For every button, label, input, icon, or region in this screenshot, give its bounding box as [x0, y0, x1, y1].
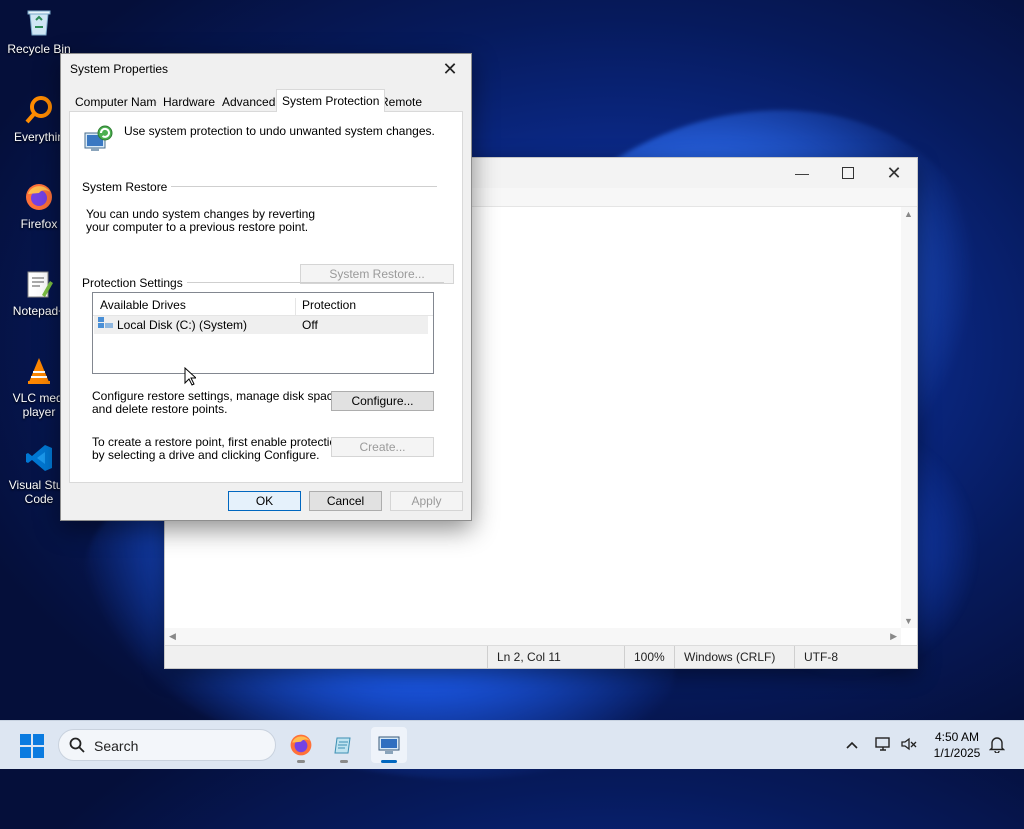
scroll-down-icon[interactable]: ▼ — [904, 616, 913, 626]
search-placeholder: Search — [94, 738, 139, 754]
minimize-icon: — — [795, 165, 809, 181]
system-restore-group-label: System Restore — [82, 180, 172, 194]
close-button[interactable]: ✕ — [871, 158, 917, 188]
chevron-up-icon — [846, 738, 858, 752]
close-icon: ✕ — [442, 58, 458, 79]
taskbar-app-firefox[interactable] — [283, 727, 319, 763]
drives-list-header: Available Drives Protection — [93, 293, 433, 320]
ok-button[interactable]: OK — [228, 491, 301, 511]
configure-button[interactable]: Configure... — [331, 391, 434, 411]
notepad-plus-icon — [23, 268, 55, 300]
vscode-icon — [23, 442, 55, 474]
scroll-left-icon[interactable]: ◀ — [169, 631, 176, 642]
vlc-icon — [23, 355, 55, 387]
notepad-status-bar: Ln 2, Col 11 100% Windows (CRLF) UTF-8 — [165, 645, 917, 668]
create-text: To create a restore point, first enable … — [92, 435, 343, 462]
create-button[interactable]: Create... — [331, 437, 434, 457]
system-restore-text: You can undo system changes by reverting… — [86, 207, 316, 234]
status-encoding: UTF-8 — [804, 650, 838, 664]
drive-icon — [98, 317, 113, 333]
system-restore-button[interactable]: System Restore... — [300, 264, 454, 284]
start-button[interactable] — [20, 734, 44, 758]
search-icon — [69, 737, 85, 756]
everything-icon — [23, 94, 55, 126]
windows-logo-icon — [20, 734, 44, 758]
cancel-button[interactable]: Cancel — [309, 491, 382, 511]
column-protection[interactable]: Protection — [302, 298, 356, 312]
notifications-button[interactable] — [986, 721, 1008, 769]
recycle-bin-icon — [23, 6, 55, 38]
table-row[interactable]: Local Disk (C:) (System) Off — [94, 316, 428, 334]
taskbar: Search 4:50 AM 1/1/2025 — [0, 720, 1024, 769]
system-protection-icon — [82, 124, 114, 156]
tab-advanced[interactable]: Advanced — [216, 92, 282, 112]
firefox-icon — [23, 181, 55, 213]
drives-list[interactable]: Available Drives Protection Local Disk (… — [92, 292, 434, 374]
show-hidden-icons-button[interactable] — [840, 721, 864, 769]
tab-computer-name[interactable]: Computer Name — [69, 92, 170, 112]
drive-name: Local Disk (C:) (System) — [117, 318, 248, 332]
apply-button[interactable]: Apply — [390, 491, 463, 511]
maximize-button[interactable] — [825, 158, 871, 188]
taskbar-app-notepad[interactable] — [326, 727, 362, 763]
scroll-right-icon[interactable]: ▶ — [890, 631, 897, 642]
protection-settings-group-label: Protection Settings — [82, 276, 187, 290]
network-icon — [874, 736, 892, 755]
firefox-icon — [290, 734, 312, 756]
scroll-up-icon[interactable]: ▲ — [904, 209, 913, 219]
configure-text: Configure restore settings, manage disk … — [92, 389, 343, 416]
system-properties-icon — [378, 736, 400, 754]
minimize-button[interactable]: — — [779, 158, 825, 188]
horizontal-scrollbar[interactable]: ◀ ▶ — [165, 628, 901, 646]
bell-icon — [988, 735, 1006, 756]
intro-text: Use system protection to undo unwanted s… — [124, 124, 435, 138]
tab-system-protection[interactable]: System Protection — [276, 89, 386, 112]
network-button[interactable] — [872, 721, 894, 769]
close-icon: ✕ — [886, 162, 902, 183]
status-zoom: 100% — [634, 650, 665, 664]
volume-muted-icon — [900, 736, 918, 755]
vertical-scrollbar[interactable]: ▲ ▼ — [901, 207, 917, 628]
maximize-icon — [842, 167, 854, 179]
desktop-icon-recycle-bin[interactable]: Recycle Bin — [2, 6, 76, 56]
status-cursor-position: Ln 2, Col 11 — [497, 650, 561, 664]
dialog-close-button[interactable]: ✕ — [435, 56, 465, 82]
tab-hardware[interactable]: Hardware — [157, 92, 222, 112]
volume-button[interactable] — [898, 721, 920, 769]
notepad-icon — [334, 737, 351, 754]
system-properties-dialog[interactable]: System Properties ✕ Computer Name Hardwa… — [60, 53, 472, 521]
mouse-cursor-icon — [184, 366, 198, 389]
dialog-title: System Properties — [70, 62, 169, 76]
column-available-drives[interactable]: Available Drives — [100, 298, 186, 312]
taskbar-clock[interactable]: 4:50 AM 1/1/2025 — [924, 729, 990, 761]
taskbar-app-system-properties[interactable] — [371, 727, 407, 763]
status-line-ending: Windows (CRLF) — [684, 650, 776, 664]
clock-date: 1/1/2025 — [933, 746, 981, 760]
drive-protection-status: Off — [302, 318, 318, 332]
taskbar-search[interactable]: Search — [58, 729, 276, 761]
system-protection-panel: Use system protection to undo unwanted s… — [69, 111, 463, 483]
clock-time: 4:50 AM — [934, 730, 980, 744]
